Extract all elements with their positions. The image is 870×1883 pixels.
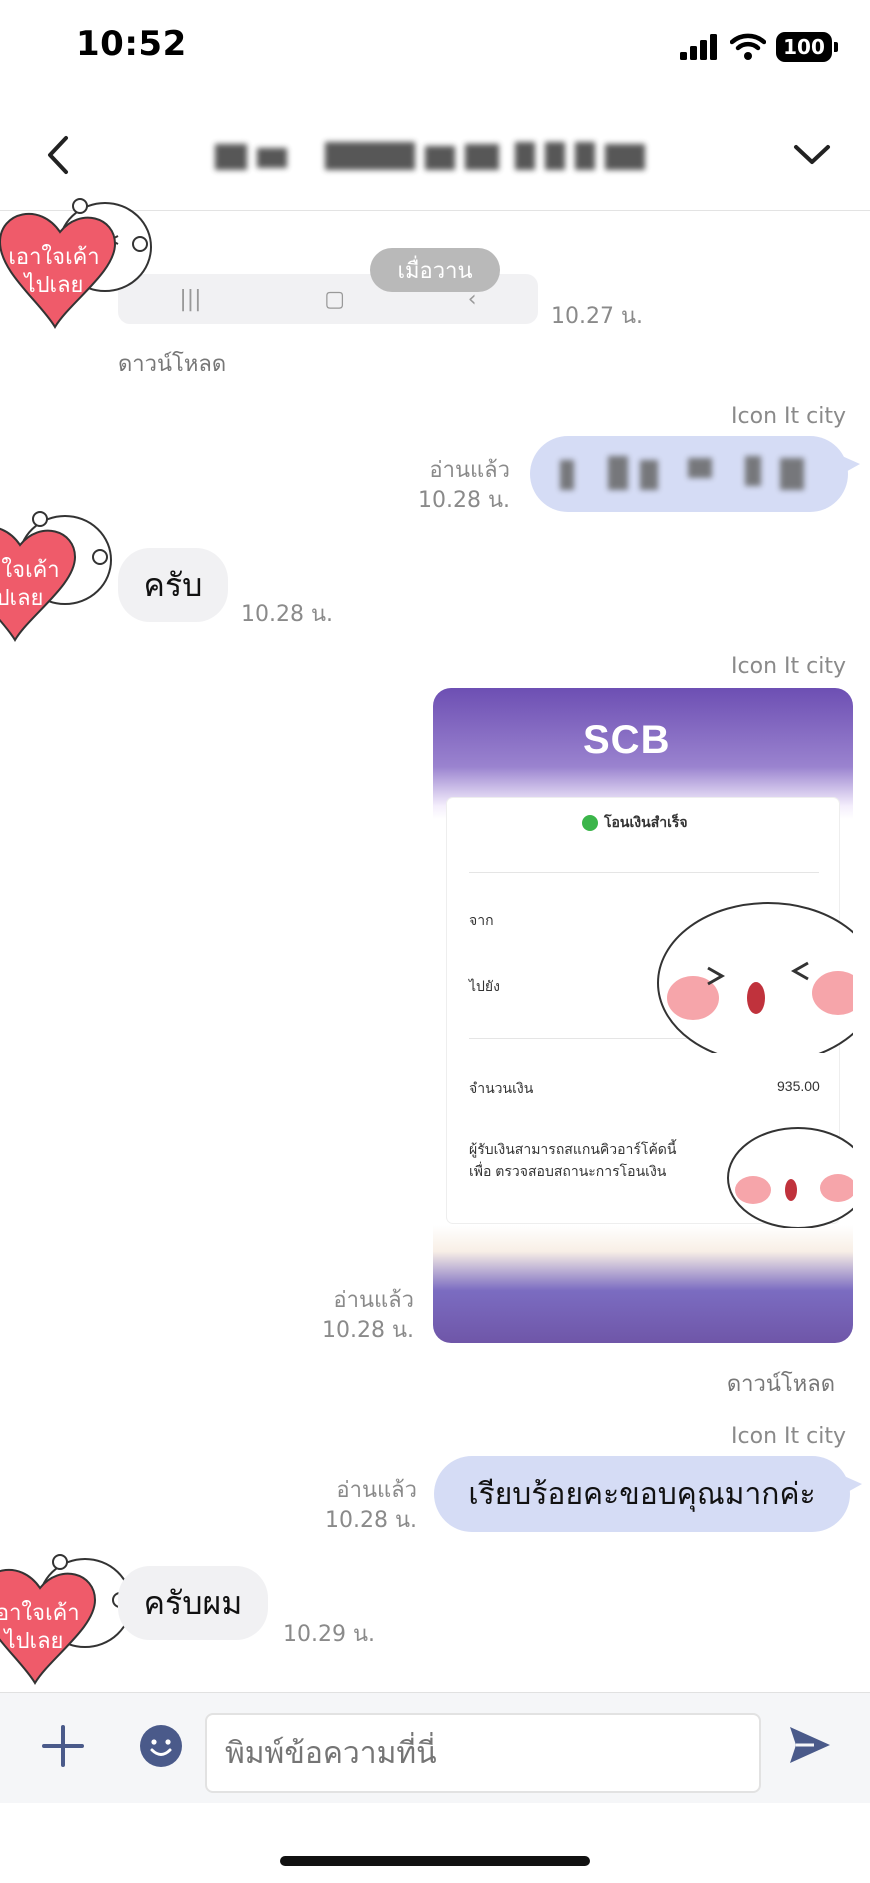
chevron-down-icon [794, 145, 830, 164]
read-receipt: อ่านแล้ว 10.28 น. [324, 1478, 417, 1533]
svg-text:เอาใจเค้า: เอาใจเค้า [0, 1600, 80, 1626]
battery-indicator: 100 [776, 32, 838, 62]
status-time: 10:52 [76, 24, 187, 64]
message-bubble[interactable]: ครับผม [118, 1566, 268, 1640]
back-button[interactable] [36, 128, 80, 182]
payment-slip-image[interactable]: SCB โอนเงินสำเร็จ จาก ไปยัง จำนวนเงิน 93… [433, 688, 853, 1343]
sender-name: Icon It city [731, 654, 846, 679]
svg-text:ไปเลย: ไปเลย [3, 1628, 64, 1654]
svg-text:เอาใจเค้า: เอาใจเค้า [8, 244, 99, 270]
heart-bear-sticker-avatar: เอาใจเค้า ไปเลย [0, 511, 112, 642]
message-time: 10.28 น. [241, 602, 334, 627]
status-icons: 100 [680, 30, 838, 64]
read-receipt: อ่านแล้ว 10.28 น. [417, 458, 510, 513]
message-bubble[interactable]: ครับ [118, 548, 228, 622]
slip-note: ผู้รับเงินสามารถสแกนคิวอาร์โค้ดนี้เพื่อ … [469, 1141, 677, 1179]
date-separator: เมื่อวาน [370, 248, 500, 292]
message-bubble[interactable]: เรียบร้อยคะขอบคุณมากค่ะ [434, 1456, 862, 1532]
svg-text:เอาใจเค้า: เอาใจเค้า [0, 557, 60, 583]
message-input[interactable] [205, 1713, 761, 1793]
message-input-bar [0, 1692, 870, 1803]
bear-face-sticker [657, 902, 853, 1053]
home-indicator [280, 1856, 590, 1866]
signal-bars-icon [680, 34, 717, 60]
download-link[interactable]: ดาวน์โหลด [118, 346, 226, 381]
bank-logo: SCB [583, 718, 671, 762]
slip-amount: 935.00 [777, 1078, 820, 1094]
slip-status: โอนเงินสำเร็จ [582, 812, 688, 834]
message-time: 10.27 น. [551, 304, 644, 329]
header-menu-button[interactable] [788, 128, 836, 182]
download-link[interactable]: ดาวน์โหลด [727, 1366, 835, 1401]
sender-name: Icon It city [731, 1424, 846, 1449]
slip-amount-label: จำนวนเงิน [469, 1080, 534, 1096]
chat-title-redacted [215, 136, 655, 176]
emoji-icon[interactable] [138, 1723, 184, 1769]
recent-apps-icon: ||| [179, 286, 202, 312]
bear-face-sticker-small [727, 1127, 853, 1228]
read-receipt: อ่านแล้ว 10.28 น. [321, 1288, 414, 1343]
slip-from-label: จาก [469, 912, 494, 928]
message-time: 10.29 น. [283, 1622, 376, 1647]
plus-icon[interactable] [40, 1723, 86, 1769]
svg-text:ไปเลย: ไปเลย [0, 585, 43, 611]
chevron-left-icon [48, 136, 68, 174]
send-icon[interactable] [786, 1721, 834, 1769]
svg-text:ไปเลย: ไปเลย [23, 272, 84, 298]
wifi-icon [730, 33, 766, 60]
message-bubble-redacted[interactable] [530, 436, 860, 512]
home-icon: ▢ [324, 286, 346, 312]
slip-to-label: ไปยัง [469, 978, 500, 994]
sender-name: Icon It city [731, 404, 846, 429]
heart-bear-sticker[interactable]: เอาใจเค้า ไปเลย [0, 192, 160, 332]
